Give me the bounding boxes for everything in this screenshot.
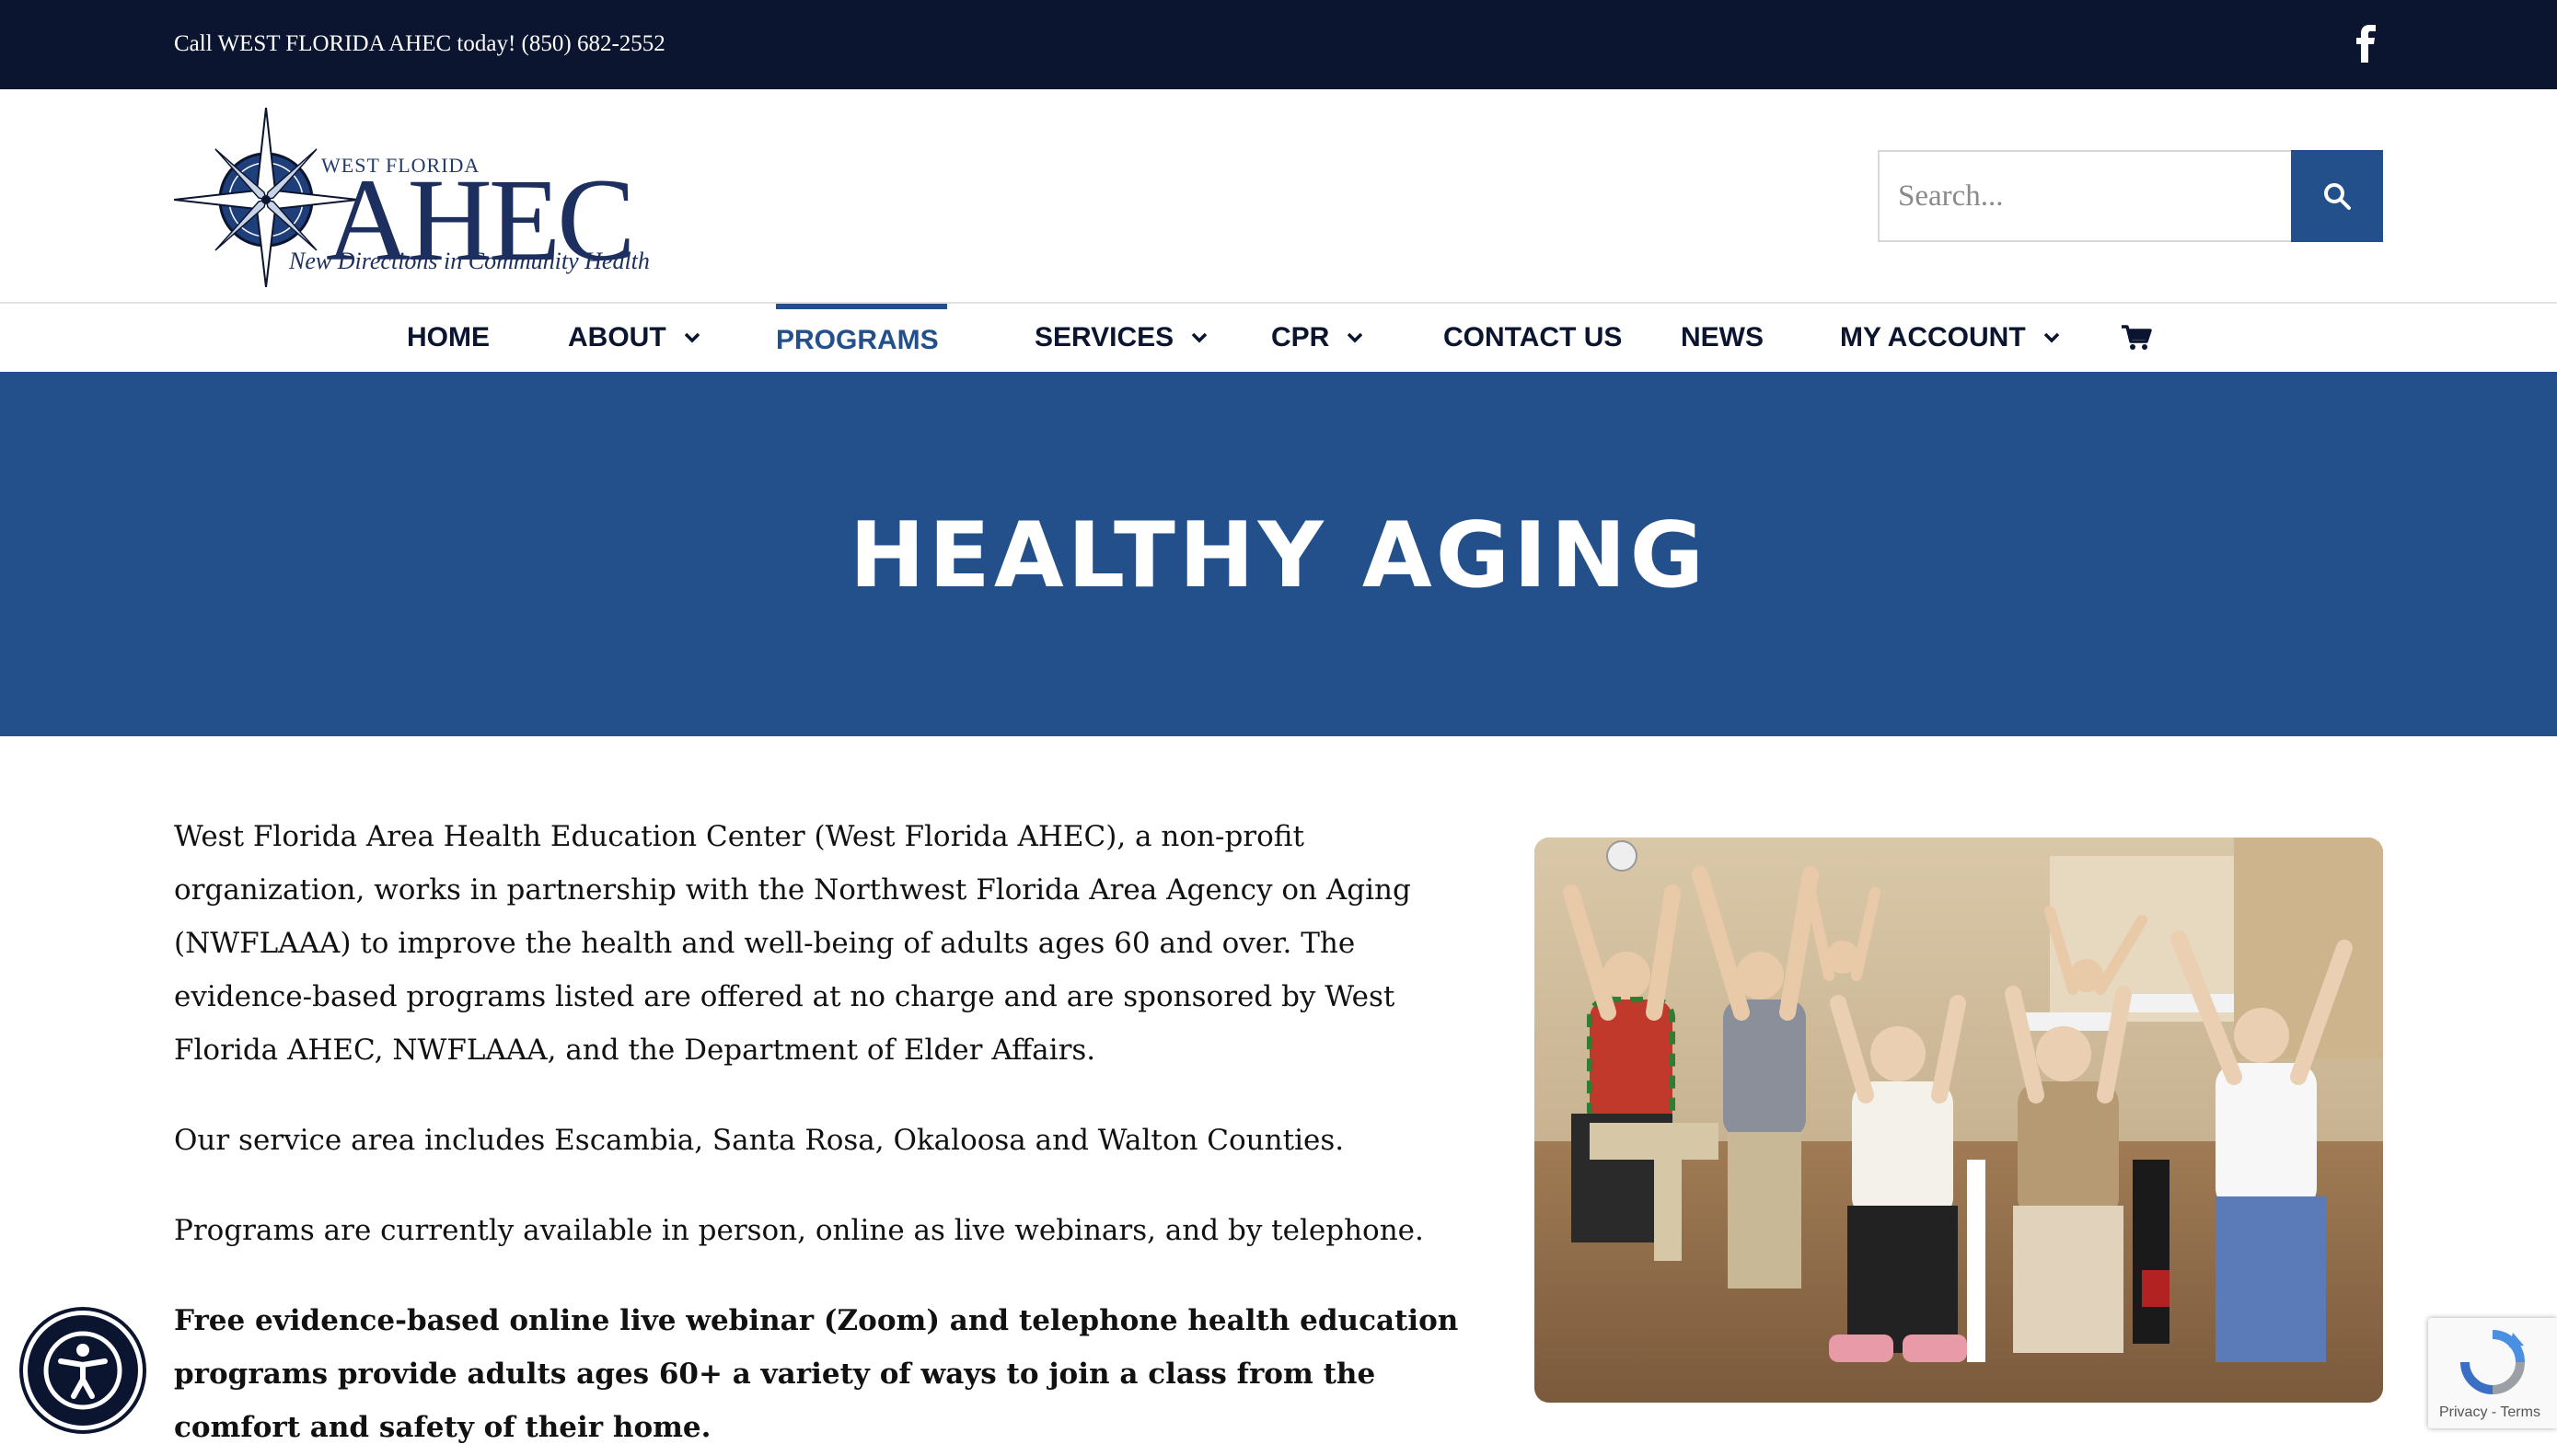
search-button[interactable] xyxy=(2291,150,2383,242)
facebook-icon[interactable] xyxy=(2353,24,2380,63)
nav-item-cpr[interactable]: CPR xyxy=(1271,304,1364,372)
nav-label: CONTACT US xyxy=(1443,322,1623,352)
nav-item-programs[interactable]: PROGRAMS xyxy=(776,304,947,372)
nav-label: SERVICES xyxy=(1035,322,1174,352)
top-bar: Call WEST FLORIDA AHEC today! (850) 682-… xyxy=(0,0,2557,89)
chevron-down-icon xyxy=(1191,332,1208,343)
main-nav: HOME ABOUT PROGRAMS SERVICES CPR CONTACT… xyxy=(0,304,2557,372)
nav-item-services[interactable]: SERVICES xyxy=(1035,304,1209,372)
nav-label: PROGRAMS xyxy=(776,325,939,355)
shopping-cart-icon xyxy=(2122,325,2152,350)
nav-item-home[interactable]: HOME xyxy=(407,304,490,372)
chevron-down-icon xyxy=(1348,332,1363,343)
search-icon xyxy=(2324,183,2351,210)
accessibility-button[interactable] xyxy=(23,1311,143,1430)
chevron-down-icon xyxy=(684,332,700,343)
nav-item-news[interactable]: NEWS xyxy=(1681,304,1764,372)
seniors-exercise-photo xyxy=(1534,838,2383,1403)
site-header: WEST FLORIDA AHEC New Directions in Comm… xyxy=(0,89,2557,304)
accessibility-icon xyxy=(43,1331,122,1410)
main-content: West Florida Area Health Education Cente… xyxy=(174,810,1463,1456)
nav-cart[interactable] xyxy=(2121,304,2152,372)
nav-label: ABOUT xyxy=(568,322,666,352)
page-title: HEALTHY AGING xyxy=(849,503,1708,608)
search-form xyxy=(1878,150,2383,242)
nav-label: NEWS xyxy=(1681,322,1764,352)
nav-label: HOME xyxy=(407,322,490,352)
nav-label: CPR xyxy=(1271,322,1330,352)
logo-tagline: New Directions in Community Health xyxy=(289,248,650,274)
nav-item-contact-us[interactable]: CONTACT US xyxy=(1443,304,1622,372)
recaptcha-badge[interactable]: Privacy - Terms xyxy=(2428,1318,2557,1428)
recaptcha-links[interactable]: Privacy - Terms xyxy=(2439,1404,2540,1421)
chevron-down-icon xyxy=(2043,332,2059,343)
intro-paragraph: West Florida Area Health Education Cente… xyxy=(174,820,1411,1067)
call-text: Call WEST FLORIDA AHEC today! (850) 682-… xyxy=(174,31,665,56)
nav-item-my-account[interactable]: MY ACCOUNT xyxy=(1840,304,2061,372)
webinar-paragraph: Free evidence-based online live webinar … xyxy=(174,1304,1459,1444)
availability-paragraph: Programs are currently available in pers… xyxy=(174,1214,1424,1247)
nav-item-about[interactable]: ABOUT xyxy=(568,304,701,372)
recaptcha-icon xyxy=(2460,1330,2525,1394)
search-input[interactable] xyxy=(1878,150,2292,242)
page-title-banner: HEALTHY AGING xyxy=(0,372,2557,736)
site-logo[interactable]: WEST FLORIDA AHEC New Directions in Comm… xyxy=(174,108,650,287)
nav-label: MY ACCOUNT xyxy=(1840,322,2026,352)
service-area-paragraph: Our service area includes Escambia, Sant… xyxy=(174,1124,1345,1157)
